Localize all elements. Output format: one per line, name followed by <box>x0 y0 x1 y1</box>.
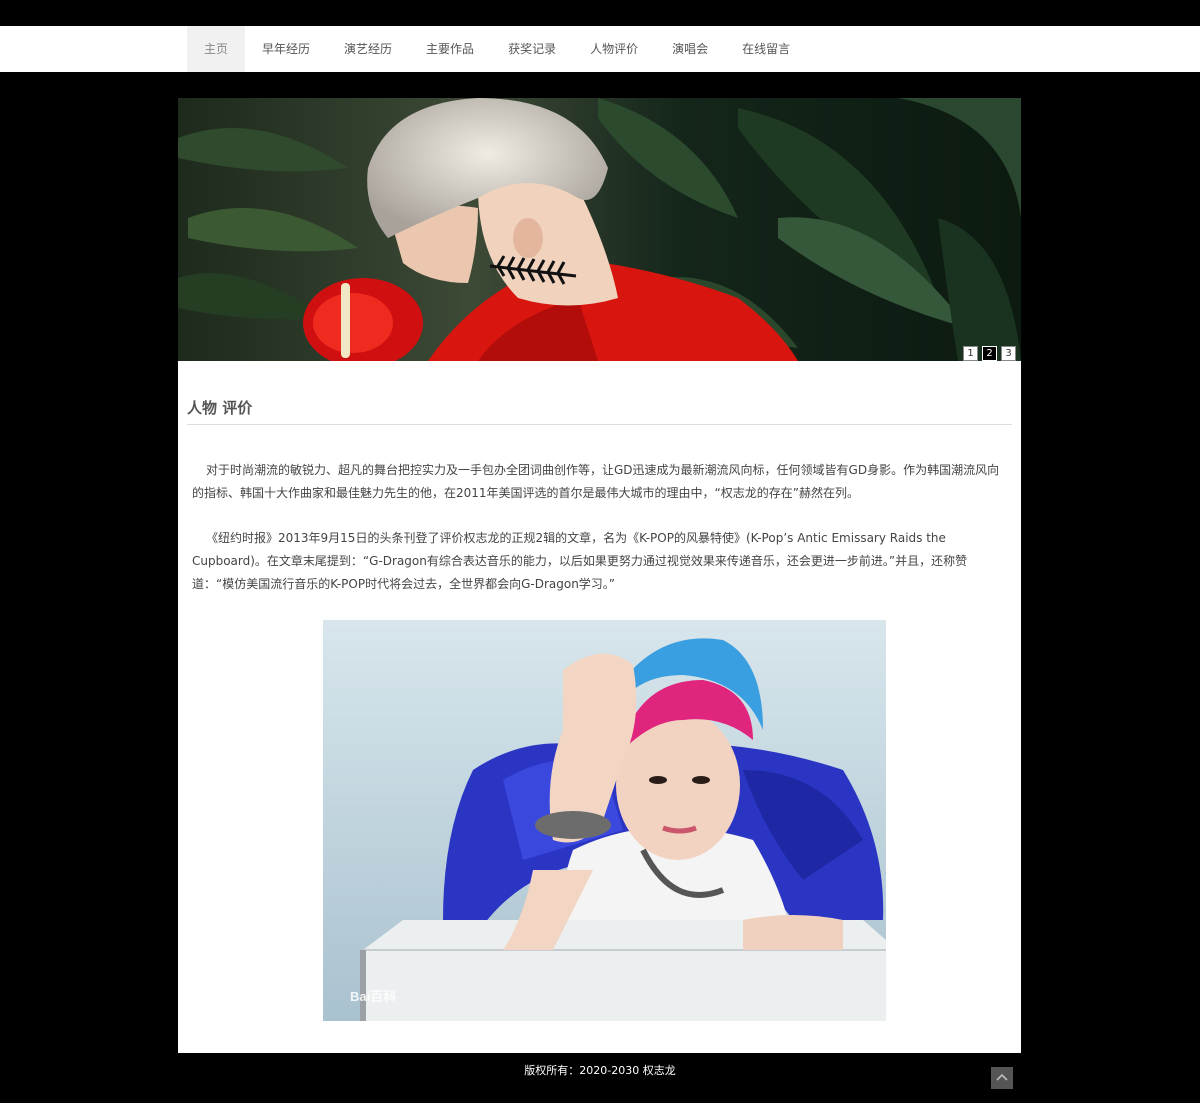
chevron-up-icon <box>996 1073 1008 1081</box>
nav-item-career[interactable]: 演艺经历 <box>327 26 409 72</box>
back-to-top-button[interactable] <box>991 1067 1013 1089</box>
nav-item-home[interactable]: 主页 <box>187 26 246 72</box>
portrait-image <box>323 620 886 1021</box>
main-nav: 主页 早年经历 演艺经历 主要作品 获奖记录 人物评价 演唱会 在线留言 <box>187 26 807 72</box>
nav-item-early-life[interactable]: 早年经历 <box>245 26 327 72</box>
slider-page-1[interactable]: 1 <box>963 346 978 361</box>
nav-item-reviews[interactable]: 人物评价 <box>573 26 655 72</box>
baidu-watermark: Bai百科 <box>350 989 397 1004</box>
slider-page-3[interactable]: 3 <box>1001 346 1016 361</box>
banner-slider: 1 2 3 <box>178 98 1021 361</box>
paragraph: 《纽约时报》2013年9月15日的头条刊登了评价权志龙的正规2辑的文章，名为《K… <box>192 531 968 591</box>
nav-item-guestbook[interactable]: 在线留言 <box>725 26 807 72</box>
footer-copyright: 版权所有：2020-2030 权志龙 <box>524 1064 676 1077</box>
page-title: 人物 评价 <box>187 397 1012 425</box>
nav-item-works[interactable]: 主要作品 <box>409 26 491 72</box>
slider-pager: 1 2 3 <box>963 346 1016 361</box>
top-navbar: 主页 早年经历 演艺经历 主要作品 获奖记录 人物评价 演唱会 在线留言 <box>0 26 1200 72</box>
nav-item-concerts[interactable]: 演唱会 <box>655 26 725 72</box>
banner-image <box>178 98 1021 361</box>
main-content: 人物 评价 对于时尚潮流的敏锐力、超凡的舞台把控实力及一手包办全团词曲创作等，让… <box>178 361 1021 1053</box>
nav-item-awards[interactable]: 获奖记录 <box>491 26 573 72</box>
article-photo: Bai百科 <box>323 620 886 1021</box>
slider-page-2[interactable]: 2 <box>982 346 997 361</box>
paragraph: 对于时尚潮流的敏锐力、超凡的舞台把控实力及一手包办全团词曲创作等，让GD迅速成为… <box>192 463 1000 500</box>
